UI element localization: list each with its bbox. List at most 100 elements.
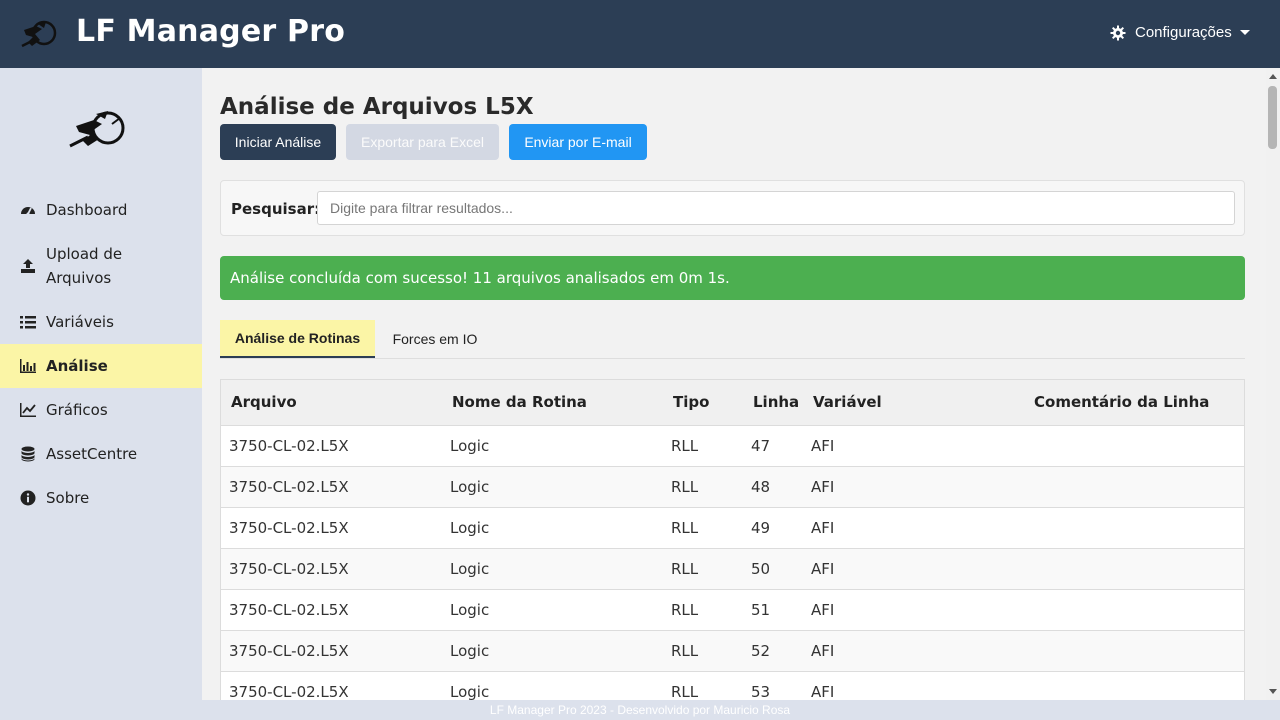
start-analysis-button[interactable]: Iniciar Análise bbox=[220, 124, 336, 160]
tab-analise-rotinas[interactable]: Análise de Rotinas bbox=[220, 320, 375, 358]
sidebar-item-upload[interactable]: Upload de Arquivos bbox=[0, 242, 202, 290]
column-header[interactable]: Arquivo bbox=[221, 380, 442, 426]
table-cell bbox=[1024, 548, 1244, 590]
table-row[interactable]: 3750-CL-02.L5X Logic RLL 53 AFI bbox=[221, 671, 1244, 700]
sidebar-item-label: Gráficos bbox=[46, 401, 108, 419]
table-cell: 49 bbox=[743, 507, 803, 549]
search-label: Pesquisar: bbox=[231, 200, 321, 218]
table-row[interactable]: 3750-CL-02.L5X Logic RLL 48 AFI bbox=[221, 466, 1244, 508]
sidebar-item-label: AssetCentre bbox=[46, 445, 138, 463]
sidebar-item-label: Dashboard bbox=[46, 201, 128, 219]
column-header[interactable]: Linha bbox=[743, 380, 803, 426]
table-cell: RLL bbox=[663, 548, 743, 590]
sidebar-item-analise[interactable]: Análise bbox=[0, 344, 202, 388]
table-cell: RLL bbox=[663, 425, 743, 467]
table-header-row: Arquivo Nome da Rotina Tipo Linha Variáv… bbox=[221, 380, 1244, 426]
table-row[interactable]: 3750-CL-02.L5X Logic RLL 52 AFI bbox=[221, 630, 1244, 672]
tab-bar: Análise de Rotinas Forces em IO bbox=[220, 320, 1245, 359]
bar-chart-icon bbox=[20, 359, 36, 373]
table-cell: 3750-CL-02.L5X bbox=[221, 425, 442, 467]
caret-down-icon bbox=[1239, 30, 1250, 35]
send-email-button[interactable]: Enviar por E-mail bbox=[509, 124, 647, 160]
table-cell: AFI bbox=[803, 466, 1024, 508]
page-scrollbar[interactable] bbox=[1266, 68, 1280, 700]
table-cell: RLL bbox=[663, 630, 743, 672]
table-cell bbox=[1024, 671, 1244, 700]
table-cell: RLL bbox=[663, 507, 743, 549]
table-row[interactable]: 3750-CL-02.L5X Logic RLL 49 AFI bbox=[221, 507, 1244, 549]
export-excel-button[interactable]: Exportar para Excel bbox=[346, 124, 499, 160]
table-cell: RLL bbox=[663, 589, 743, 631]
scrollbar-thumb[interactable] bbox=[1268, 86, 1277, 149]
sidebar-item-label: Análise bbox=[46, 357, 108, 375]
info-icon bbox=[20, 490, 36, 506]
table-cell: 52 bbox=[743, 630, 803, 672]
success-alert: Análise concluída com sucesso! 11 arquiv… bbox=[220, 256, 1245, 300]
search-panel: Pesquisar: bbox=[220, 180, 1245, 236]
column-header[interactable]: Tipo bbox=[663, 380, 743, 426]
table-cell: 3750-CL-02.L5X bbox=[221, 630, 442, 672]
table-cell: Logic bbox=[442, 671, 663, 700]
sidebar-item-variaveis[interactable]: Variáveis bbox=[0, 310, 202, 334]
sidebar-item-label: Upload de Arquivos bbox=[46, 245, 123, 287]
sidebar-item-sobre[interactable]: Sobre bbox=[0, 486, 202, 510]
table-cell: 48 bbox=[743, 466, 803, 508]
table-cell: AFI bbox=[803, 425, 1024, 467]
table-cell: Logic bbox=[442, 466, 663, 508]
tab-forces-io[interactable]: Forces em IO bbox=[380, 320, 490, 358]
dashboard-icon bbox=[21, 207, 35, 216]
table-cell: AFI bbox=[803, 630, 1024, 672]
line-chart-icon bbox=[20, 403, 36, 417]
table-cell bbox=[1024, 507, 1244, 549]
sidebar-item-dashboard[interactable]: Dashboard bbox=[0, 198, 202, 222]
table-row[interactable]: 3750-CL-02.L5X Logic RLL 51 AFI bbox=[221, 589, 1244, 631]
table-cell: 47 bbox=[743, 425, 803, 467]
sidebar-item-label: Sobre bbox=[46, 489, 90, 507]
table-cell: 3750-CL-02.L5X bbox=[221, 671, 442, 700]
app-title[interactable]: LF Manager Pro bbox=[76, 14, 345, 49]
results-table-container: Arquivo Nome da Rotina Tipo Linha Variáv… bbox=[220, 379, 1245, 700]
table-cell: Logic bbox=[442, 507, 663, 549]
table-cell: 3750-CL-02.L5X bbox=[221, 466, 442, 508]
scroll-up-icon[interactable] bbox=[1269, 74, 1277, 79]
results-table: Arquivo Nome da Rotina Tipo Linha Variáv… bbox=[221, 380, 1244, 700]
sidebar-item-label: Variáveis bbox=[46, 313, 114, 331]
top-navbar: LF Manager Pro Configurações bbox=[0, 0, 1280, 68]
config-dropdown[interactable]: Configurações bbox=[1110, 24, 1250, 41]
footer: LF Manager Pro 2023 - Desenvolvido por M… bbox=[0, 700, 1280, 720]
app-logo-icon[interactable] bbox=[20, 16, 60, 52]
table-cell: RLL bbox=[663, 466, 743, 508]
search-input[interactable] bbox=[317, 191, 1235, 225]
sidebar-item-assetcentre[interactable]: AssetCentre bbox=[0, 442, 202, 466]
column-header[interactable]: Nome da Rotina bbox=[442, 380, 663, 426]
sidebar-item-graficos[interactable]: Gráficos bbox=[0, 398, 202, 422]
column-header[interactable]: Comentário da Linha bbox=[1024, 380, 1244, 426]
upload-icon bbox=[21, 259, 35, 273]
table-cell: AFI bbox=[803, 548, 1024, 590]
main-content: Análise de Arquivos L5X Iniciar Análise … bbox=[202, 68, 1266, 700]
list-icon bbox=[20, 316, 36, 329]
table-cell: 3750-CL-02.L5X bbox=[221, 548, 442, 590]
table-cell: 51 bbox=[743, 589, 803, 631]
gear-icon bbox=[1110, 25, 1126, 40]
table-cell: Logic bbox=[442, 630, 663, 672]
column-header[interactable]: Variável bbox=[803, 380, 1024, 426]
table-cell: Logic bbox=[442, 548, 663, 590]
table-cell: 3750-CL-02.L5X bbox=[221, 507, 442, 549]
table-cell bbox=[1024, 425, 1244, 467]
table-cell: 50 bbox=[743, 548, 803, 590]
table-cell: 3750-CL-02.L5X bbox=[221, 589, 442, 631]
table-cell bbox=[1024, 630, 1244, 672]
scroll-down-icon[interactable] bbox=[1269, 689, 1277, 694]
page-title: Análise de Arquivos L5X bbox=[220, 94, 534, 120]
table-row[interactable]: 3750-CL-02.L5X Logic RLL 50 AFI bbox=[221, 548, 1244, 590]
table-row[interactable]: 3750-CL-02.L5X Logic RLL 47 AFI bbox=[221, 425, 1244, 467]
table-cell: 53 bbox=[743, 671, 803, 700]
config-label: Configurações bbox=[1135, 24, 1232, 41]
table-cell: Logic bbox=[442, 425, 663, 467]
table-cell: AFI bbox=[803, 671, 1024, 700]
table-cell: AFI bbox=[803, 589, 1024, 631]
sidebar: Dashboard Upload de Arquivos Variáveis A… bbox=[0, 68, 202, 700]
table-cell: RLL bbox=[663, 671, 743, 700]
table-cell: AFI bbox=[803, 507, 1024, 549]
